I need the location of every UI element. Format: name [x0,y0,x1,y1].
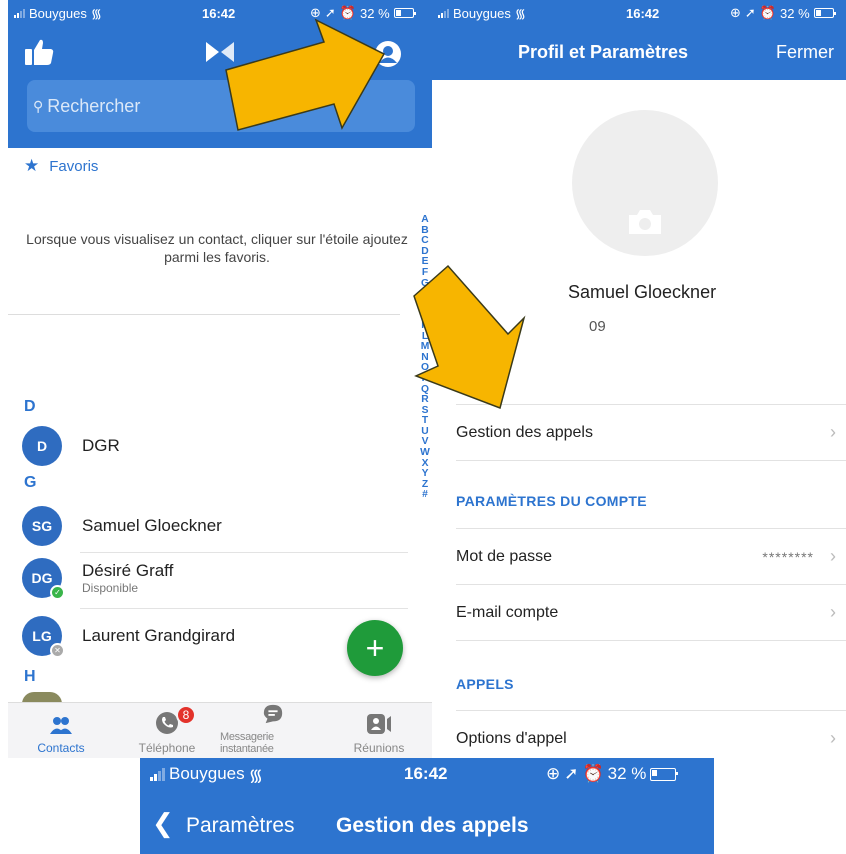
section-letter-h: H [24,668,36,685]
battery-percent: 32 % [780,5,810,21]
battery-percent: 32 % [607,764,647,783]
status-bar-bottom: Bouygues ᯾ 16:42 ⊕ ➚ ⏰ 32 % [150,762,710,786]
tab-label: Téléphone [138,741,196,755]
battery-icon [650,767,679,781]
camera-icon [629,210,661,234]
carrier-label: Bouygues [453,5,511,21]
calls-section: APPELS [456,676,514,692]
contact-name: Laurent Grandgirard [82,626,236,645]
signal-icon [150,767,165,781]
avatar-initials: DG [31,570,53,586]
wifi-icon: ᯾ [248,765,264,785]
divider [80,608,408,609]
back-button[interactable]: Paramètres [186,814,295,838]
contact-row-laurent[interactable]: LG ✕ Laurent Grandgirard [22,616,236,658]
account-settings-section: PARAMÈTRES DU COMPTE [456,493,647,509]
alarm-icon: ⏰ [582,764,604,783]
row-label: Options d'appel [456,729,567,747]
profile-phone: 09 [589,318,606,335]
clock: 16:42 [626,5,660,21]
contact-row-dgr[interactable]: D DGR [22,426,120,466]
avatar: SG [22,506,62,546]
chevron-right-icon: › [830,602,836,622]
section-letter-g: G [24,474,37,491]
chevron-right-icon: › [830,728,836,748]
wifi-icon: ᯾ [90,6,102,21]
contact-name: DGR [82,436,120,455]
tab-meetings[interactable]: Réunions [326,703,432,758]
tab-contacts[interactable]: Contacts [8,703,114,758]
add-contact-button[interactable]: + [347,620,403,676]
carrier-label: Bouygues [29,5,87,21]
signal-icon [438,8,449,18]
battery-icon [813,8,836,18]
index-letter[interactable]: A [421,214,428,226]
location-icon: ➚ [744,5,756,20]
alarm-icon: ⏰ [759,5,776,20]
contact-name: Samuel Gloeckner [82,516,222,535]
favorites-hint: Lorsque vous visualisez un contact, cliq… [26,231,408,265]
contact-row-samuel[interactable]: SG Samuel Gloeckner [22,506,222,546]
divider [8,314,400,315]
favorites-header: ★ Favoris [24,156,98,176]
tab-label: Messagerie instantanée [220,731,274,755]
status-bar-right: Bouygues ᯾ 16:42 ⊕ ➚ ⏰ 32 % [438,4,846,22]
star-icon: ★ [24,156,40,175]
section-letter-d: D [24,398,36,415]
password-value: ******** [762,548,814,565]
lock-rotation-icon: ⊕ [730,5,741,20]
arrow-annotation-icon [413,264,526,409]
location-icon: ➚ [564,764,579,783]
contact-row-desire[interactable]: DG ✓ Désiré Graff Disponible [22,558,174,600]
avatar: DG ✓ [22,558,65,600]
divider [80,552,408,553]
password-row[interactable]: Mot de passe ******** › [456,528,846,584]
profile-photo[interactable] [572,110,718,256]
close-button[interactable]: Fermer [776,42,834,63]
battery-icon [393,8,416,18]
search-placeholder: Rechercher [47,95,141,116]
tab-phone[interactable]: 8 Téléphone [114,703,220,758]
chat-icon [263,704,283,724]
signal-icon [14,8,25,18]
missed-calls-badge: 8 [176,705,196,725]
carrier-label: Bouygues [169,764,245,783]
tab-label: Contacts [37,741,85,755]
call-management-row[interactable]: Gestion des appels › [456,404,846,460]
avatar: D [22,426,62,466]
avatar: LG ✕ [22,616,65,658]
wifi-icon: ᯾ [514,6,526,21]
divider [456,460,846,461]
contact-status: Disponible [82,581,139,595]
row-label: Mot de passe [456,547,553,565]
row-label: E-mail compte [456,603,559,621]
divider [456,640,846,641]
favorites-label: Favoris [49,157,99,175]
tab-instant-messaging[interactable]: Messagerie instantanée [220,703,326,758]
clock: 16:42 [404,764,448,783]
tab-bar: Contacts 8 Téléphone Messagerie instanta… [8,702,432,758]
contact-name: Désiré Graff [82,561,174,580]
chevron-right-icon: › [830,422,836,442]
available-status-icon: ✓ [50,585,65,600]
profile-name: Samuel Gloeckner [568,282,717,302]
thumbs-up-icon[interactable] [24,38,54,66]
lock-rotation-icon: ⊕ [546,764,561,783]
index-letter[interactable]: # [422,490,428,501]
page-title: Gestion des appels [336,814,529,837]
page-title: Profil et Paramètres [517,42,689,62]
meeting-icon [367,714,391,734]
offline-status-icon: ✕ [50,643,65,658]
arrow-annotation-icon [225,18,386,131]
tab-label: Réunions [353,741,405,755]
search-icon: ⚲ [33,97,44,114]
chevron-right-icon: › [830,546,836,566]
avatar-initials: LG [32,628,52,644]
row-label: Gestion des appels [456,423,593,441]
contacts-icon [50,717,72,734]
chevron-left-icon[interactable]: ❮ [152,808,174,839]
account-email-row[interactable]: E-mail compte › [456,584,846,640]
